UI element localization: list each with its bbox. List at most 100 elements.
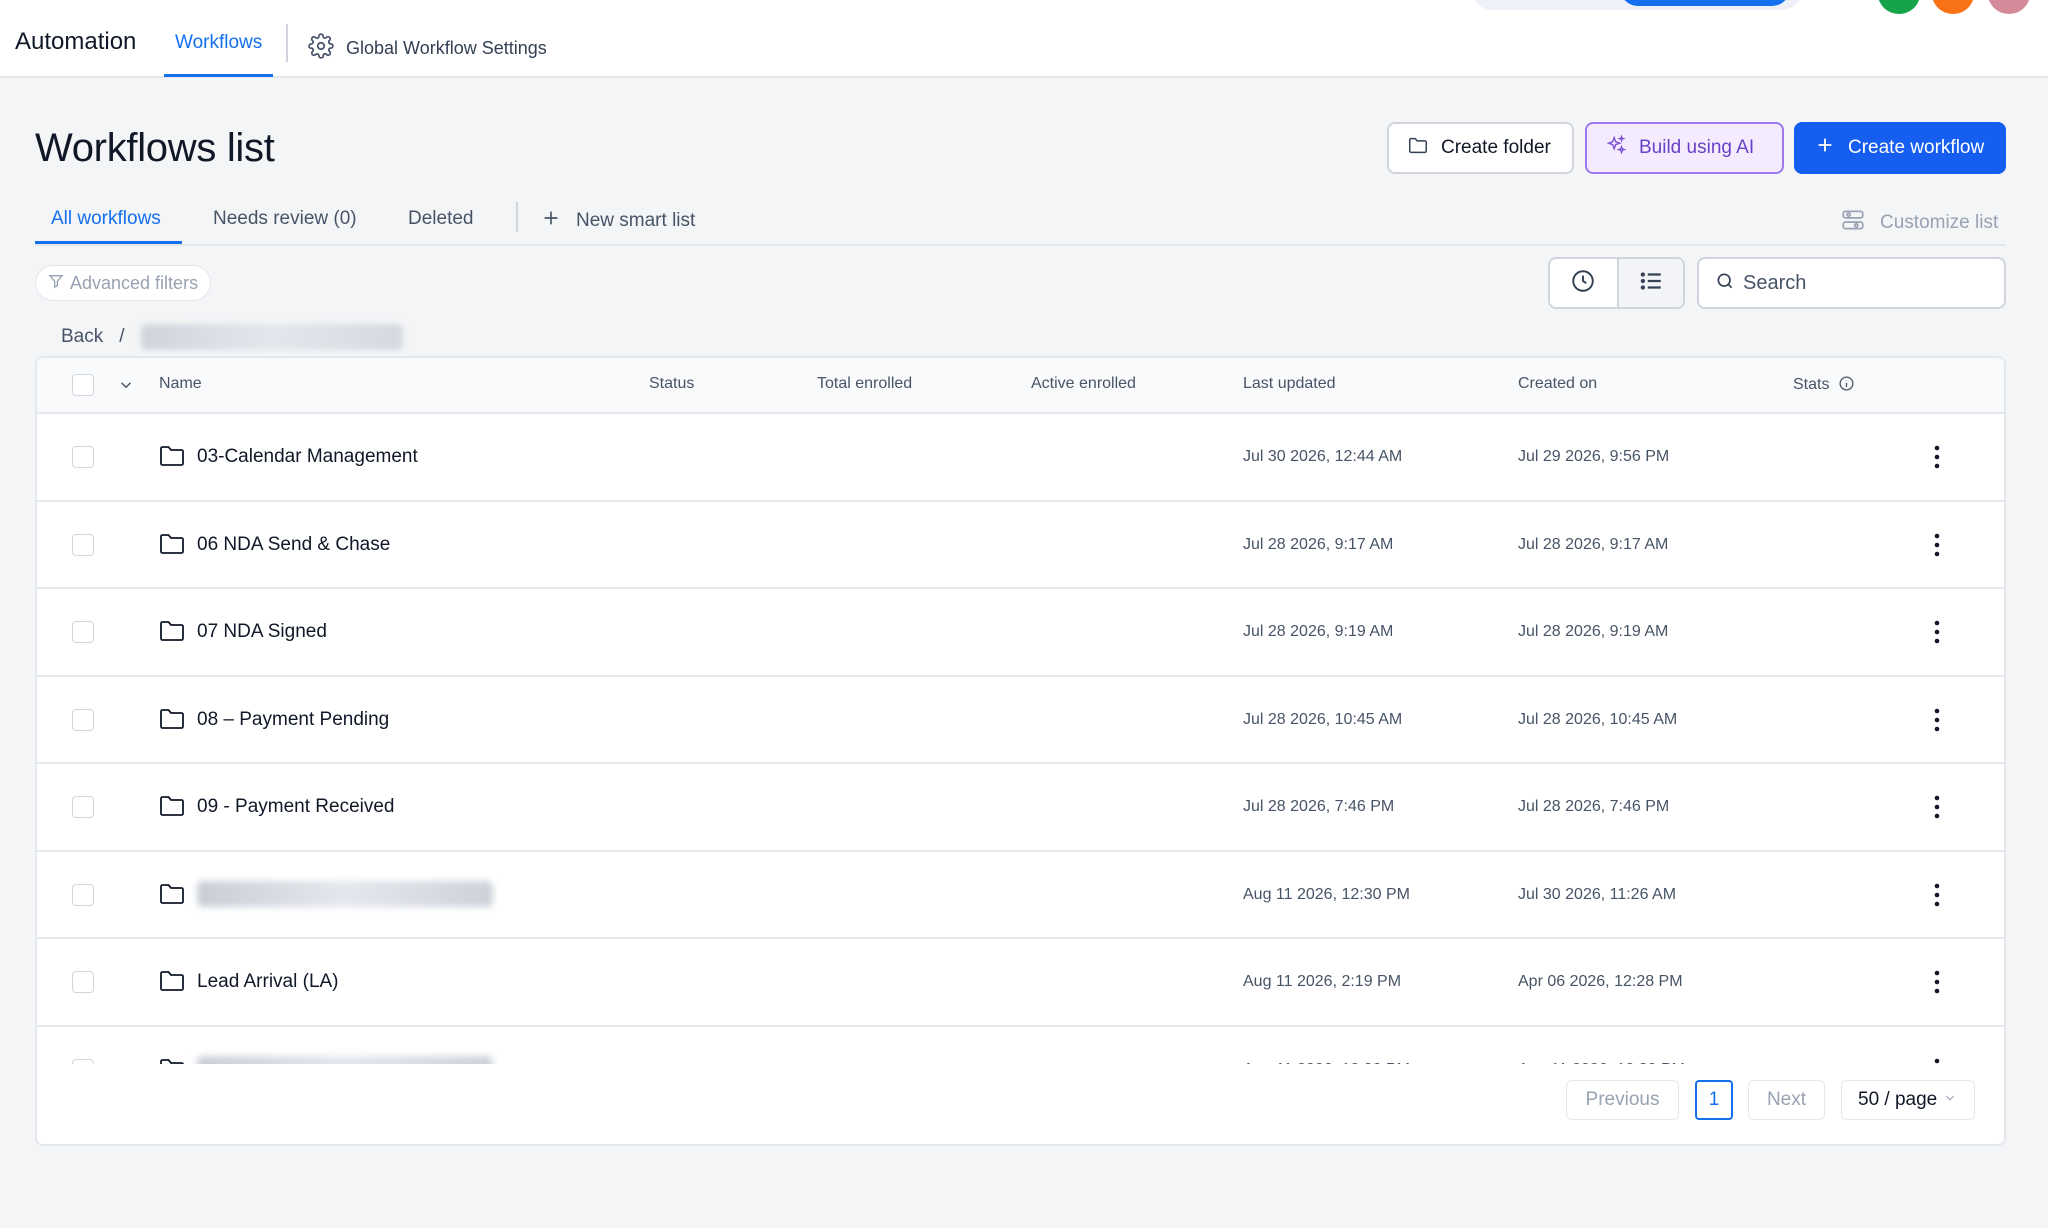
row-name[interactable]: 07 NDA Signed [197, 621, 327, 643]
avatar[interactable] [1988, 0, 2030, 14]
column-status[interactable]: Status [649, 375, 694, 393]
app-title: Automation [15, 28, 137, 55]
column-stats[interactable]: Stats [1793, 375, 1855, 394]
row-checkbox[interactable] [72, 971, 94, 993]
table-row[interactable]: Aug 11 2026, 12:30 PMAug 11 2026, 12:30 … [37, 1027, 2004, 1065]
create-workflow-label: Create workflow [1848, 137, 1985, 158]
customize-list-button[interactable]: Customize list [1840, 207, 1998, 239]
tab-workflows[interactable]: Workflows [164, 32, 274, 77]
active-tab-indicator [35, 241, 182, 244]
table-row[interactable]: 03-Calendar Management Jul 30 2026, 12:44… [37, 414, 2004, 502]
column-stats-label: Stats [1793, 376, 1830, 393]
select-all-checkbox[interactable] [72, 374, 94, 396]
list-tabs: All workflows Needs review (0) Deleted N… [35, 200, 2006, 246]
row-created-on: Jul 30 2026, 11:26 AM [1518, 885, 1677, 903]
create-folder-label: Create folder [1441, 137, 1551, 158]
search-input[interactable] [1743, 271, 1983, 295]
folder-icon [159, 532, 185, 556]
folder-icon [159, 1057, 185, 1064]
more-vertical-icon[interactable] [1933, 444, 1941, 470]
table-row[interactable]: 08 – Payment Pending Jul 28 2026, 10:45 A… [37, 677, 2004, 764]
column-name[interactable]: Name [159, 375, 202, 393]
row-last-updated: Jul 30 2026, 12:44 AM [1243, 448, 1403, 465]
row-checkbox[interactable] [72, 796, 94, 818]
more-vertical-icon[interactable] [1933, 882, 1941, 908]
folder-icon [159, 707, 185, 731]
new-smart-list-button[interactable]: New smart list [540, 207, 695, 235]
divider [516, 202, 518, 232]
next-page-button[interactable]: Next [1748, 1080, 1825, 1120]
more-vertical-icon[interactable] [1933, 532, 1941, 558]
customize-list-label: Customize list [1880, 212, 1999, 233]
build-using-ai-button[interactable]: Build using AI [1585, 122, 1784, 174]
breadcrumb-back[interactable]: Back [61, 326, 103, 348]
column-last-updated[interactable]: Last updated [1243, 375, 1336, 393]
row-checkbox[interactable] [72, 533, 94, 556]
more-vertical-icon[interactable] [1933, 969, 1941, 995]
global-settings-label: Global Workflow Settings [346, 38, 547, 58]
row-name[interactable]: 08 – Payment Pending [197, 709, 389, 731]
row-name[interactable]: Lead Arrival (LA) [197, 971, 339, 993]
row-name[interactable]: 09 - Payment Received [197, 796, 395, 818]
info-icon[interactable] [1838, 375, 1855, 392]
row-created-on: Apr 06 2026, 12:28 PM [1518, 973, 1683, 990]
more-vertical-icon[interactable] [1933, 794, 1941, 820]
chevron-down-icon[interactable] [117, 376, 135, 394]
table-row[interactable]: 09 - Payment Received Jul 28 2026, 7:46 P… [37, 764, 2004, 852]
breadcrumb-separator: / [119, 326, 125, 347]
breadcrumb: Back / [61, 324, 403, 350]
list-icon [1638, 268, 1664, 299]
page-title: Workflows list [35, 126, 275, 170]
plus-icon [1814, 134, 1836, 162]
folder-icon [1407, 134, 1429, 162]
top-bar: Automation Workflows Global Workflow Set… [0, 0, 2048, 78]
view-toggle [1548, 257, 1685, 309]
folder-icon [159, 969, 185, 993]
search-box [1697, 257, 2006, 309]
column-active-enrolled[interactable]: Active enrolled [1031, 375, 1136, 393]
row-name[interactable]: 03-Calendar Management [197, 446, 418, 468]
row-checkbox[interactable] [72, 621, 94, 643]
list-view-button[interactable] [1616, 259, 1683, 307]
row-last-updated: Jul 28 2026, 10:45 AM [1243, 710, 1403, 728]
advanced-filters-button[interactable]: Advanced filters [35, 265, 212, 301]
page-size-label: 50 / page [1858, 1089, 1938, 1110]
previous-page-button[interactable]: Previous [1566, 1080, 1679, 1120]
gear-icon [308, 33, 334, 64]
tab-all-workflows[interactable]: All workflows [51, 208, 161, 230]
tab-deleted[interactable]: Deleted [408, 208, 474, 230]
page-number-button[interactable]: 1 [1695, 1080, 1733, 1120]
row-checkbox[interactable] [72, 883, 94, 906]
customize-icon [1840, 207, 1866, 239]
row-name-redacted [197, 1055, 493, 1064]
chevron-down-icon [1943, 1089, 1957, 1111]
create-workflow-button[interactable]: Create workflow [1794, 122, 2006, 174]
row-name[interactable]: 06 NDA Send & Chase [197, 534, 390, 556]
row-checkbox[interactable] [72, 446, 94, 468]
more-vertical-icon[interactable] [1933, 1057, 1941, 1065]
sparkle-icon [1605, 134, 1627, 162]
row-checkbox[interactable] [72, 708, 94, 731]
top-pill-button[interactable] [1620, 0, 1790, 6]
column-created-on[interactable]: Created on [1518, 375, 1597, 393]
filter-icon [48, 273, 64, 294]
tab-global-workflow-settings[interactable]: Global Workflow Settings [308, 33, 547, 64]
more-vertical-icon[interactable] [1933, 619, 1941, 645]
table-row[interactable]: 07 NDA Signed Jul 28 2026, 9:19 AM Jul 28 … [37, 589, 2004, 677]
table-row[interactable]: Lead Arrival (LA) Aug 11 2026, 2:19 PM Apr… [37, 939, 2004, 1027]
search-icon [1715, 271, 1735, 296]
avatar[interactable] [1878, 0, 1920, 14]
tab-needs-review[interactable]: Needs review (0) [213, 208, 357, 230]
table-row[interactable]: Aug 11 2026, 12:30 PM Jul 30 2026, 11:26 … [37, 852, 2004, 939]
row-last-updated: Aug 11 2026, 2:19 PM [1243, 973, 1402, 990]
avatar[interactable] [1932, 0, 1974, 14]
table-row[interactable]: 06 NDA Send & Chase Jul 28 2026, 9:17 AM J… [37, 502, 2004, 589]
create-folder-button[interactable]: Create folder [1387, 122, 1574, 174]
page-size-select[interactable]: 50 / page [1841, 1080, 1975, 1120]
column-total-enrolled[interactable]: Total enrolled [817, 375, 912, 393]
more-vertical-icon[interactable] [1933, 707, 1941, 733]
divider [286, 24, 288, 62]
folder-icon [159, 444, 185, 468]
history-view-button[interactable] [1550, 259, 1617, 307]
workflows-table: Name Status Total enrolled Active enroll… [35, 356, 2006, 1146]
